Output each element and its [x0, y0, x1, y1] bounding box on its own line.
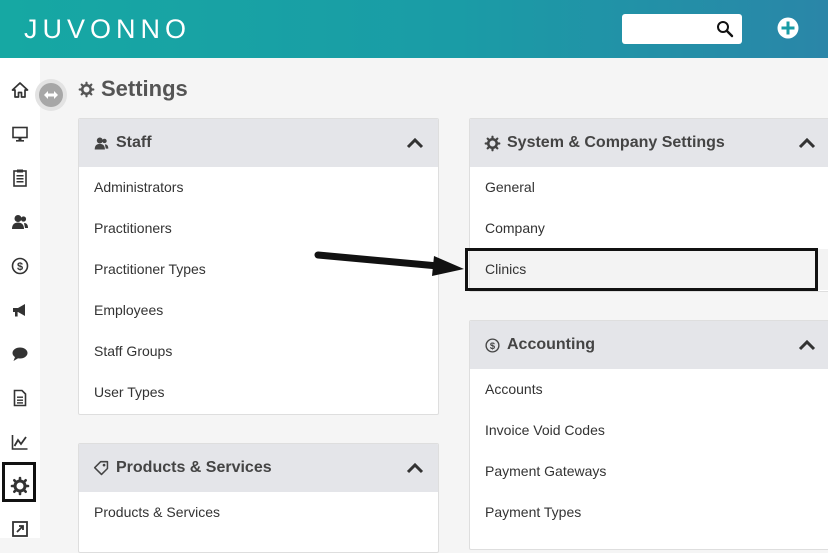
accounting-panel-title: Accounting	[507, 336, 595, 353]
dollar-circle-icon: $	[485, 337, 500, 353]
accounting-panel-header[interactable]: $ Accounting	[470, 321, 828, 369]
clinics-highlight-box	[465, 248, 818, 291]
search-box	[622, 14, 742, 44]
chevron-up-icon[interactable]	[798, 338, 816, 352]
products-link-list: Products & Services	[79, 492, 438, 533]
page-header: Settings	[78, 76, 188, 102]
link-payment-types[interactable]: Payment Types	[470, 492, 828, 533]
link-company[interactable]: Company	[470, 208, 828, 249]
tag-icon	[93, 460, 109, 475]
sidebar-collapse-toggle[interactable]	[35, 79, 67, 111]
monitor-icon[interactable]	[10, 124, 30, 144]
link-accounts[interactable]: Accounts	[470, 369, 828, 410]
staff-panel-header[interactable]: Staff	[79, 119, 438, 167]
chevron-up-icon[interactable]	[406, 461, 424, 475]
products-panel-header[interactable]: Products & Services	[79, 444, 438, 492]
link-practitioners[interactable]: Practitioners	[79, 208, 438, 249]
gear-icon	[78, 81, 95, 97]
system-panel-header[interactable]: System & Company Settings	[470, 119, 828, 167]
system-panel-title: System & Company Settings	[507, 134, 725, 151]
products-panel-title: Products & Services	[116, 459, 272, 476]
chevron-up-icon[interactable]	[406, 136, 424, 150]
link-employees[interactable]: Employees	[79, 290, 438, 331]
users-icon[interactable]	[10, 212, 30, 232]
products-services-panel: Products & Services Products & Services	[78, 443, 439, 553]
link-administrators[interactable]: Administrators	[79, 167, 438, 208]
link-staff-groups[interactable]: Staff Groups	[79, 331, 438, 372]
link-user-types[interactable]: User Types	[79, 372, 438, 413]
link-payment-gateways[interactable]: Payment Gateways	[470, 451, 828, 492]
chat-icon[interactable]	[10, 344, 30, 364]
app-logo[interactable]: JUVONNO	[24, 9, 191, 49]
search-icon[interactable]	[716, 20, 734, 38]
collapse-toggle-knob	[39, 83, 63, 107]
document-icon[interactable]	[10, 388, 30, 408]
plus-circle-icon[interactable]	[777, 17, 799, 39]
svg-text:$: $	[17, 261, 23, 273]
accounting-link-list: Accounts Invoice Void Codes Payment Gate…	[470, 369, 828, 533]
page-title: Settings	[101, 76, 188, 101]
home-icon[interactable]	[10, 80, 30, 100]
clipboard-icon[interactable]	[10, 168, 30, 188]
megaphone-icon[interactable]	[10, 300, 30, 320]
external-link-icon[interactable]	[10, 519, 30, 539]
link-products-services[interactable]: Products & Services	[79, 492, 438, 533]
chart-icon[interactable]	[10, 432, 30, 452]
top-bar: JUVONNO	[0, 0, 828, 58]
accounting-panel: $ Accounting Accounts Invoice Void Codes…	[469, 320, 828, 550]
users-icon	[94, 137, 109, 149]
pointer-arrow-icon	[314, 251, 464, 276]
link-general[interactable]: General	[470, 167, 828, 208]
chevron-up-icon[interactable]	[798, 136, 816, 150]
svg-text:$: $	[490, 340, 496, 350]
search-input[interactable]	[626, 18, 714, 42]
settings-nav-highlight-box	[2, 462, 36, 502]
link-invoice-void-codes[interactable]: Invoice Void Codes	[470, 410, 828, 451]
double-arrow-icon	[44, 91, 58, 99]
gear-icon	[484, 135, 501, 151]
staff-panel-title: Staff	[116, 134, 152, 151]
staff-link-list: Administrators Practitioners Practitione…	[79, 167, 438, 413]
dollar-circle-icon[interactable]: $	[10, 256, 30, 276]
